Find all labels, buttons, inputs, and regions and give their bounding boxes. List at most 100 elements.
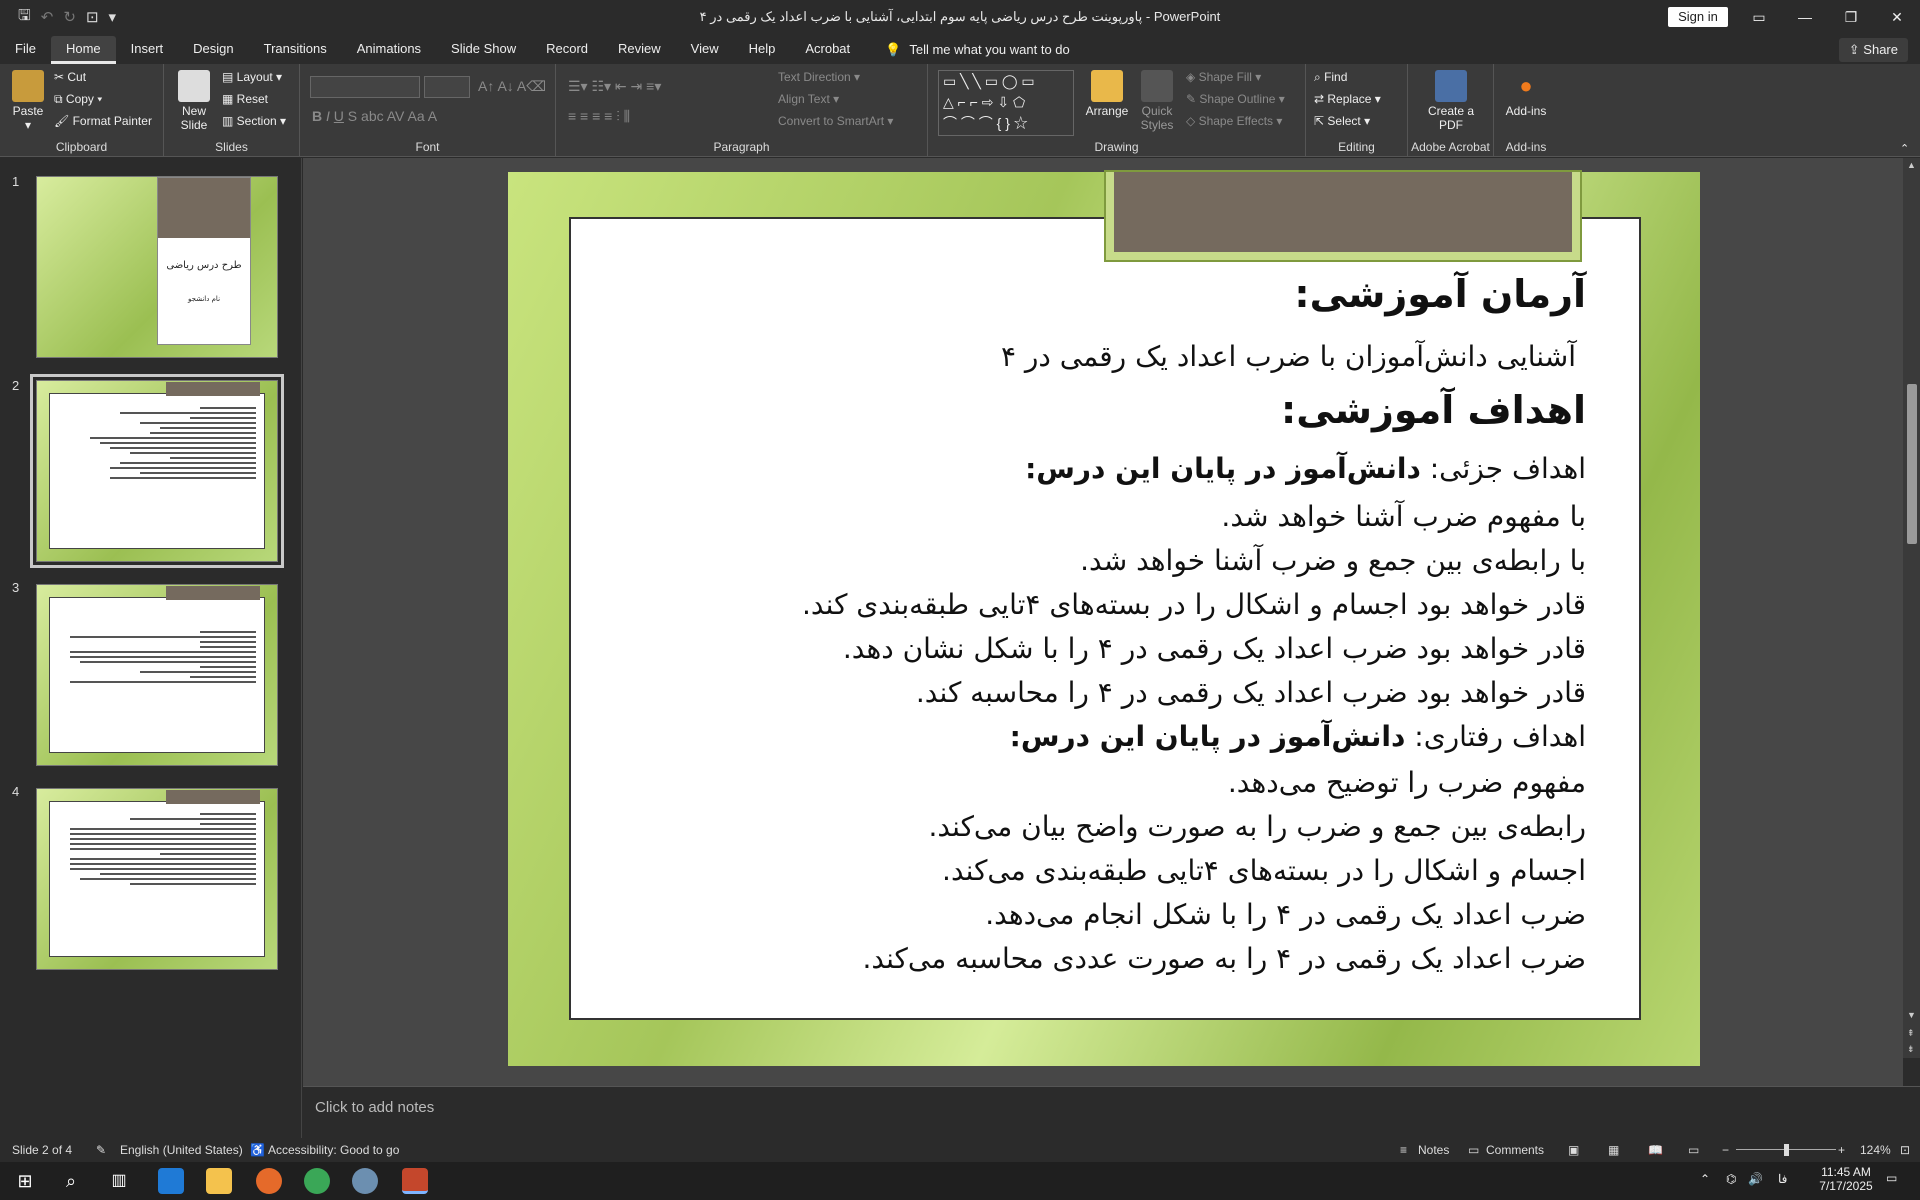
partial-item[interactable]: با مفهوم ضرب آشنا خواهد شد. [1221,500,1586,533]
tab-insert[interactable]: Insert [116,36,179,64]
goal-heading[interactable]: آرمان آموزشی: [1294,272,1586,316]
text-direction-button[interactable]: Text Direction ▾ [778,70,860,84]
undo-icon[interactable]: ↶ [41,8,54,26]
notes-placeholder[interactable]: Click to add notes [315,1099,434,1116]
convert-smartart-button[interactable]: Convert to SmartArt ▾ [778,114,893,128]
powerpoint-icon[interactable] [402,1168,428,1194]
slide-thumbnail-1[interactable]: طرح درس ریاضی نام دانشجو [36,176,278,358]
paste-button[interactable]: Paste ▾ [8,70,48,132]
notes-toggle[interactable]: Notes [1418,1143,1449,1157]
arrange-button[interactable]: Arrange [1084,70,1130,118]
task-view-icon[interactable]: ▥ [106,1168,132,1194]
slide-thumbnail-2[interactable] [30,374,284,568]
shape-fill-button[interactable]: ◈ Shape Fill ▾ [1186,70,1261,84]
behavioral-item[interactable]: اجسام و اشکال را در بسته‌های ۴تایی طبقه‌… [942,854,1586,887]
cut-button[interactable]: ✂ Cut [54,70,86,84]
addins-button[interactable]: ● Add-ins [1498,70,1554,118]
behavioral-objectives-heading[interactable]: اهداف رفتاری: دانش‌آموز در پایان این درس… [1010,720,1586,753]
objectives-heading[interactable]: اهداف آموزشی: [1281,388,1586,432]
tab-animations[interactable]: Animations [342,36,436,64]
section-button[interactable]: ▥ Section ▾ [222,114,286,128]
language-indicator[interactable]: English (United States) [120,1143,243,1157]
slide-canvas[interactable]: آرمان آموزشی: آشنایی دانش‌آموزان با ضرب … [508,170,1700,1066]
search-taskbar-icon[interactable]: ⌕ [58,1168,84,1194]
ribbon-display-options-icon[interactable]: ▭ [1736,0,1782,34]
behavioral-item[interactable]: ضرب اعداد یک رقمی در ۴ را به صورت عددی م… [863,942,1587,975]
font-name-box[interactable] [310,76,420,98]
replace-button[interactable]: ⇄ Replace ▾ [1314,92,1381,106]
clock[interactable]: 11:45 AM 7/17/2025 [1806,1165,1886,1193]
comments-toggle[interactable]: Comments [1486,1143,1544,1157]
file-explorer-icon[interactable] [206,1168,232,1194]
zoom-in-icon[interactable]: + [1838,1143,1845,1157]
format-painter-button[interactable]: 🖌 Format Painter [54,114,152,128]
tab-home[interactable]: Home [50,36,116,64]
app-icon[interactable] [352,1168,378,1194]
tab-help[interactable]: Help [734,36,791,64]
scrollbar-thumb[interactable] [1907,384,1917,544]
start-from-beginning-icon[interactable]: ⊡ [86,8,99,26]
tab-design[interactable]: Design [178,36,248,64]
normal-view-icon[interactable]: ▣ [1568,1143,1579,1157]
save-icon[interactable]: 🖫 [18,5,31,30]
partial-objectives-heading[interactable]: اهداف جزئی: دانش‌آموز در پایان این درس: [1025,452,1586,485]
partial-item[interactable]: قادر خواهد بود ضرب اعداد یک رقمی در ۴ را… [843,632,1586,665]
chrome-icon[interactable] [304,1168,330,1194]
edge-icon[interactable] [158,1168,184,1194]
alignment-icons[interactable]: ≡ ≡ ≡ ≡ ⫶ ⫼ [568,108,630,125]
network-icon[interactable]: ⌬ [1726,1172,1736,1186]
shapes-gallery[interactable]: ▭ ╲ ╲ ▭ ◯ ▭ △ ⌐ ⌐ ⇨ ⇩ ⬠ ⌒ ⌒ ⌒ { } ☆ [938,70,1074,136]
sign-in-button[interactable]: Sign in [1668,7,1728,27]
tab-review[interactable]: Review [603,36,676,64]
slideshow-view-icon[interactable]: ▭ [1688,1143,1699,1157]
align-text-button[interactable]: Align Text ▾ [778,92,839,106]
partial-item[interactable]: قادر خواهد بود اجسام و اشکال را در بسته‌… [802,588,1586,621]
quick-styles-button[interactable]: Quick Styles [1134,70,1180,132]
accessibility-status[interactable]: Accessibility: Good to go [268,1143,399,1157]
behavioral-item[interactable]: ضرب اعداد یک رقمی در ۴ را با شکل انجام م… [985,898,1586,931]
reset-button[interactable]: ▦ Reset [222,92,268,106]
tab-record[interactable]: Record [531,36,603,64]
behavioral-item[interactable]: رابطه‌ی بین جمع و ضرب را به صورت واضح بی… [929,810,1586,843]
select-button[interactable]: ⇱ Select ▾ [1314,114,1370,128]
copy-button[interactable]: ⧉ Copy ▾ [54,92,102,107]
partial-item[interactable]: با رابطه‌ی بین جمع و ضرب آشنا خواهد شد. [1080,544,1586,577]
create-pdf-button[interactable]: Create a PDF [1422,70,1480,132]
layout-button[interactable]: ▤ Layout ▾ [222,70,282,84]
redo-icon[interactable]: ↻ [63,8,76,26]
slide-sorter-icon[interactable]: ▦ [1608,1143,1619,1157]
customize-qat-icon[interactable]: ▾ [109,8,117,26]
language-tray[interactable]: فا [1778,1172,1787,1186]
zoom-level[interactable]: 124% [1860,1143,1891,1157]
close-button[interactable]: ✕ [1874,0,1920,34]
share-button[interactable]: ⇪ Share [1838,38,1908,62]
shape-outline-button[interactable]: ✎ Shape Outline ▾ [1186,92,1285,106]
partial-item[interactable]: قادر خواهد بود ضرب اعداد یک رقمی در ۴ را… [916,676,1586,709]
spellcheck-icon[interactable]: ✎ [96,1143,106,1157]
behavioral-item[interactable]: مفهوم ضرب را توضیح می‌دهد. [1228,766,1586,799]
goal-text[interactable]: آشنایی دانش‌آموزان با ضرب اعداد یک رقمی … [1001,340,1576,373]
zoom-out-icon[interactable]: − [1722,1143,1729,1157]
reading-view-icon[interactable]: 📖 [1648,1143,1663,1157]
tell-me-box[interactable]: 💡 Tell me what you want to do [865,36,1070,64]
tab-acrobat[interactable]: Acrobat [790,36,865,64]
increase-font-icon[interactable]: A↑ A↓ A⌫ [478,78,546,95]
volume-icon[interactable]: 🔊 [1748,1172,1763,1186]
firefox-icon[interactable] [256,1168,282,1194]
font-size-box[interactable] [424,76,470,98]
shape-effects-button[interactable]: ◇ Shape Effects ▾ [1186,114,1282,128]
tab-file[interactable]: File [0,36,51,64]
minimize-button[interactable]: — [1782,0,1828,34]
notification-icon[interactable]: ▭ [1886,1171,1897,1185]
font-format-icons[interactable]: B I U S abc AV Aa A [312,108,437,124]
windows-start-icon[interactable]: ⊞ [12,1168,38,1194]
new-slide-button[interactable]: New Slide [172,70,216,132]
next-slide-icon[interactable]: ⇟ [1907,1044,1915,1055]
notes-pane[interactable]: Click to add notes [303,1086,1920,1138]
find-button[interactable]: ⌕ Find [1314,70,1347,85]
slide-thumbnail-3[interactable] [36,584,278,766]
list-icons[interactable]: ☰▾ ☷▾ ⇤ ⇥ ≡▾ [568,78,661,95]
vertical-scrollbar[interactable]: ▲ ▼ ⇞ ⇟ [1903,158,1920,1058]
zoom-slider-thumb[interactable] [1784,1144,1789,1156]
scroll-down-icon[interactable]: ▼ [1907,1010,1916,1020]
